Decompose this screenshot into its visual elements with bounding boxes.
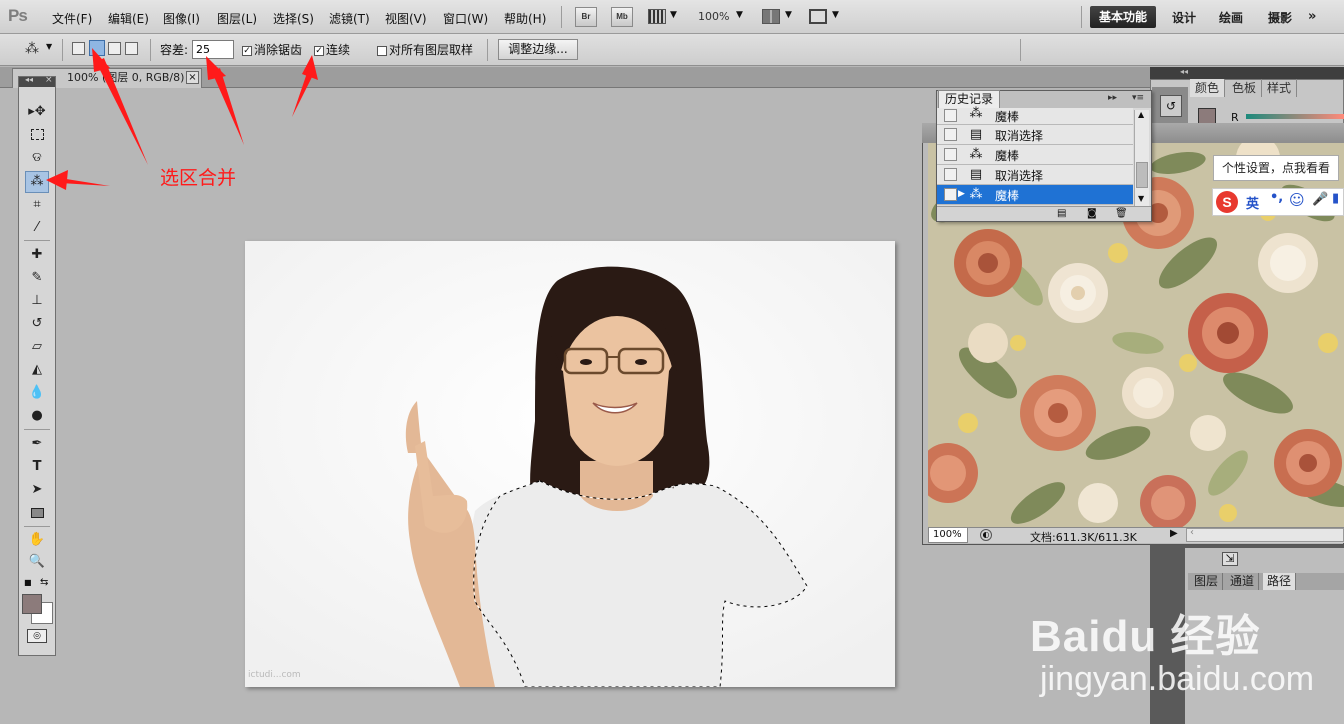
baidu-watermark: Baidu 经验: [1030, 612, 1261, 661]
arrow-head: [206, 56, 226, 80]
arrow-head: [302, 55, 318, 80]
arrow-shaft: [212, 68, 244, 145]
annotation-label: 选区合并: [160, 167, 237, 189]
arrow-head: [46, 170, 68, 190]
arrow-shaft: [96, 58, 148, 165]
arrow-shaft: [60, 178, 110, 186]
arrow-head: [92, 48, 110, 72]
jingyan-url-watermark: jingyan.baidu.com: [1040, 660, 1315, 698]
